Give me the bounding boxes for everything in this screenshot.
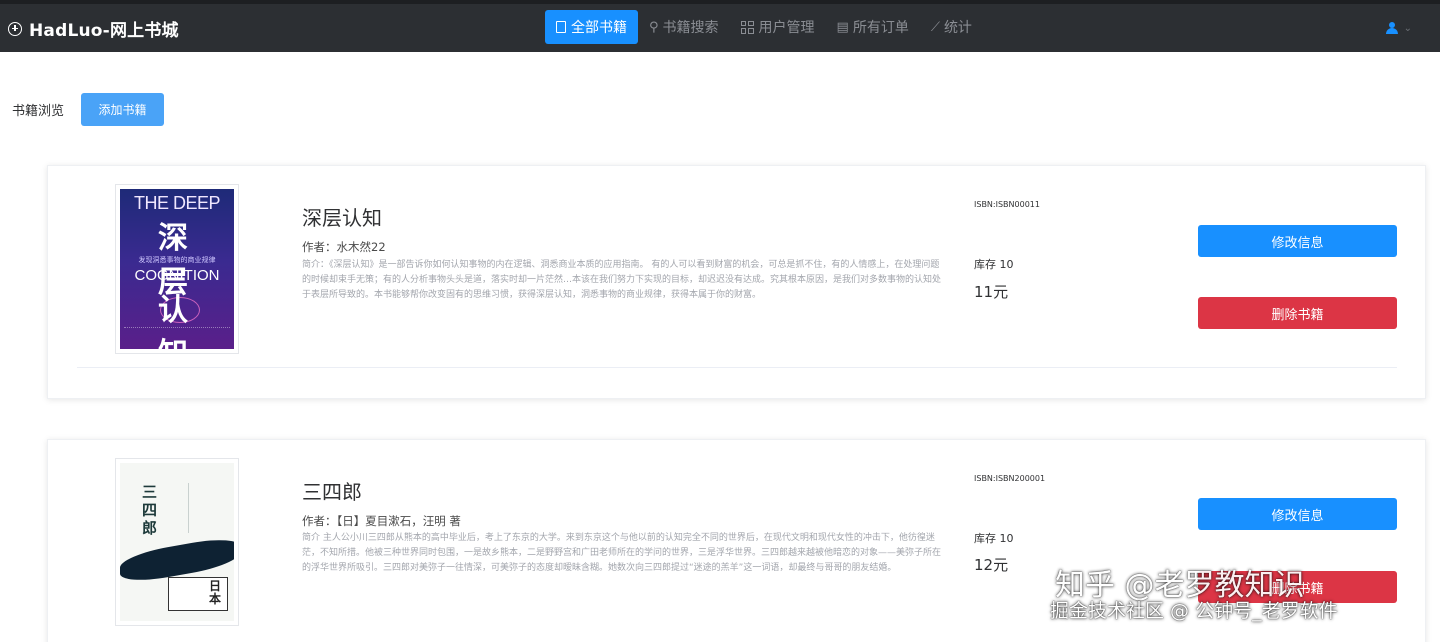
book-price: 12元 [974,556,1009,574]
book-price: 11元 [974,283,1009,301]
nav-user-management[interactable]: 用户管理 [730,10,826,44]
book-stock: 库存 10 [974,258,1014,271]
cover-text: THE DEEP [133,193,221,213]
nav-book-search[interactable]: ⚲ 书籍搜索 [638,10,730,44]
nav-user-management-label: 用户管理 [758,20,815,36]
page-toolbar: 书籍浏览 添加书籍 [12,93,165,126]
user-menu[interactable]: ⌄ [1385,22,1412,34]
nav-statistics[interactable]: ⟋ 统计 [920,10,983,44]
nav-statistics-label: 统计 [943,20,972,36]
book-cover-image: 三四郎 日本 [120,463,234,621]
cover-text: 日本 [209,579,222,606]
search-icon: ⚲ [649,19,659,35]
edit-book-button[interactable]: 修改信息 [1198,225,1397,257]
cover-decoration: 日本 [168,577,228,611]
book-description: 简介 主人公小川三四郎从熊本的高中毕业后，考上了东京的大学。来到东京这个与他以前… [302,533,942,573]
app-title: HadLuo-网上书城 [29,21,179,41]
edit-book-button[interactable]: 修改信息 [1198,498,1397,530]
cover-decoration [188,483,218,533]
top-navbar: HadLuo-网上书城 全部书籍 ⚲ 书籍搜索 用户管理 ▤ 所有订单 ⟋ 统计… [0,0,1440,52]
brand[interactable]: HadLuo-网上书城 [8,16,179,41]
divider [77,367,1397,368]
cover-text: COGNITION [134,267,220,284]
user-icon [1385,22,1398,34]
nav-all-orders-label: 所有订单 [852,20,909,36]
chevron-down-icon: ⌄ [1403,22,1412,34]
book-author: 作者：水木然22 [302,240,386,254]
delete-book-button[interactable]: 删除书籍 [1198,571,1397,603]
cover-text: 发现洞悉事物的商业规律 [138,256,216,264]
grid-icon [740,20,754,34]
book-description: 简介：《深层认知》是一部告诉你如何认知事物的内在逻辑、洞悉商业本质的应用指南。 … [302,260,942,300]
add-book-button[interactable]: 添加书籍 [81,93,165,126]
cover-text: 三四郎 [142,483,158,537]
add-circle-icon [8,21,22,36]
book-title[interactable]: 三四郎 [302,476,362,505]
book-author: 作者：【日】夏目漱石，汪明 著 [302,514,461,528]
book-stock: 库存 10 [974,532,1014,545]
book-icon [556,21,566,33]
main-nav: 全部书籍 ⚲ 书籍搜索 用户管理 ▤ 所有订单 ⟋ 统计 [545,10,983,44]
book-cover[interactable]: 三四郎 日本 [115,458,239,626]
document-icon: ▤ [836,19,849,35]
nav-all-books[interactable]: 全部书籍 [545,10,638,44]
nav-all-books-label: 全部书籍 [571,20,627,36]
nav-all-orders[interactable]: ▤ 所有订单 [826,10,920,44]
book-cover-image: THE DEEP 深层 发现洞悉事物的商业规律 COGNITION 认知 [120,189,234,349]
delete-book-button[interactable]: 删除书籍 [1198,297,1397,329]
book-card: 三四郎 日本 三四郎 作者：【日】夏目漱石，汪明 著 简介 主人公小川三四郎从熊… [47,439,1426,642]
cover-decoration [124,327,230,341]
nav-book-search-label: 书籍搜索 [662,20,719,36]
book-isbn: ISBN:ISBN200001 [974,474,1046,483]
book-title[interactable]: 深层认知 [302,202,382,231]
book-card: THE DEEP 深层 发现洞悉事物的商业规律 COGNITION 认知 深层认… [47,165,1426,399]
chart-icon: ⟋ [930,19,940,35]
book-isbn: ISBN:ISBN00011 [974,200,1040,209]
page-title: 书籍浏览 [12,104,65,119]
book-cover[interactable]: THE DEEP 深层 发现洞悉事物的商业规律 COGNITION 认知 [115,184,239,354]
